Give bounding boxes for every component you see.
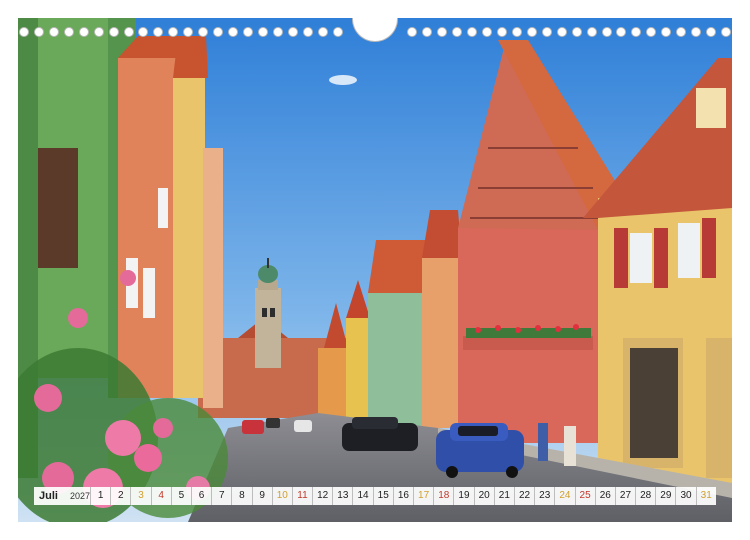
day-cell: 24 xyxy=(554,487,574,505)
day-cell: 5 xyxy=(170,487,191,505)
binding-hole xyxy=(601,27,612,37)
binding-hole xyxy=(168,27,179,37)
binding-hole xyxy=(317,27,328,37)
day-cell: 19 xyxy=(453,487,473,505)
binding-hole xyxy=(407,27,418,37)
binding-hole xyxy=(496,27,507,37)
binding-hole xyxy=(631,27,642,37)
day-cell: 1 xyxy=(90,487,110,505)
day-cell: 4 xyxy=(150,487,171,505)
binding-hole xyxy=(243,27,254,37)
pedestrian xyxy=(538,423,548,461)
binding-hole xyxy=(33,27,44,37)
day-cell: 21 xyxy=(493,487,514,505)
day-cell: 12 xyxy=(312,487,332,505)
day-cell: 27 xyxy=(614,487,635,505)
binding-hole xyxy=(153,27,164,37)
day-cell: 10 xyxy=(271,487,292,505)
day-cell: 20 xyxy=(473,487,494,505)
binding-hole xyxy=(571,27,582,37)
binding-hole xyxy=(302,27,313,37)
church-tower xyxy=(255,258,281,368)
binding-hole xyxy=(422,27,433,37)
day-cell: 26 xyxy=(594,487,615,505)
day-cell: 22 xyxy=(513,487,534,505)
day-cell: 7 xyxy=(211,487,231,505)
month-label: Juli 2027 xyxy=(34,490,90,502)
binding-hole xyxy=(183,27,194,37)
binding-hole xyxy=(228,27,239,37)
day-cell: 30 xyxy=(675,487,695,505)
binding-hole xyxy=(706,27,717,37)
calendar-strip: Juli 2027 1 2 3 4 5 6 7 8 9 10 11 12 13 14 15 16 17 18 19 2… xyxy=(34,487,716,505)
day-cell: 16 xyxy=(392,487,413,505)
binding-hole xyxy=(616,27,627,37)
binding-hole xyxy=(78,27,89,37)
binding-hole xyxy=(287,27,298,37)
binding-hole xyxy=(19,27,29,37)
day-cell: 8 xyxy=(231,487,251,505)
binding-hole xyxy=(437,27,448,37)
binding-hole xyxy=(467,27,478,37)
binding-hole xyxy=(586,27,597,37)
day-cell: 9 xyxy=(251,487,272,505)
binding-hole xyxy=(691,27,702,37)
calendar-page: Juli 2027 1 2 3 4 5 6 7 8 9 10 11 12 13 14 15 16 17 18 19 2… xyxy=(0,0,750,540)
day-cell: 13 xyxy=(332,487,352,505)
binding-hole xyxy=(213,27,224,37)
binding-hole xyxy=(541,27,552,37)
binding-hole xyxy=(93,27,104,37)
day-cell: 6 xyxy=(190,487,211,505)
binding-hole xyxy=(661,27,672,37)
binding-hole xyxy=(526,27,537,37)
binding-hole xyxy=(721,27,731,37)
day-cell: 2 xyxy=(110,487,130,505)
day-cell: 25 xyxy=(574,487,595,505)
binding-hole xyxy=(482,27,493,37)
day-cell: 11 xyxy=(291,487,312,505)
day-cell: 28 xyxy=(635,487,655,505)
year-label: 2027 xyxy=(69,491,90,501)
binding-hole xyxy=(646,27,657,37)
day-cell: 31 xyxy=(695,487,716,505)
day-cell: 15 xyxy=(372,487,393,505)
photo-illustration xyxy=(18,18,732,522)
binding-hole xyxy=(272,27,283,37)
binding-hole xyxy=(48,27,59,37)
binding-hole xyxy=(676,27,687,37)
binding-hole xyxy=(123,27,134,37)
day-cell: 17 xyxy=(413,487,433,505)
binding-hole xyxy=(257,27,268,37)
day-cell: 3 xyxy=(130,487,150,505)
pedestrian xyxy=(564,426,576,466)
day-cell: 18 xyxy=(433,487,453,505)
binding-hole xyxy=(452,27,463,37)
binding-hole xyxy=(63,27,74,37)
binding-hole xyxy=(332,27,343,37)
day-row: 1 2 3 4 5 6 7 8 9 10 11 12 13 14 15 16 17 18 19 20 21 22 23 24 2… xyxy=(90,487,716,505)
binding-hole xyxy=(108,27,119,37)
binding-hole xyxy=(198,27,209,37)
binding-hole xyxy=(556,27,567,37)
binding-hole xyxy=(138,27,149,37)
day-cell: 29 xyxy=(655,487,675,505)
street-photo xyxy=(18,18,732,522)
month-name: Juli xyxy=(39,490,58,502)
day-cell: 14 xyxy=(352,487,372,505)
day-cell: 23 xyxy=(534,487,554,505)
binding-hole xyxy=(511,27,522,37)
